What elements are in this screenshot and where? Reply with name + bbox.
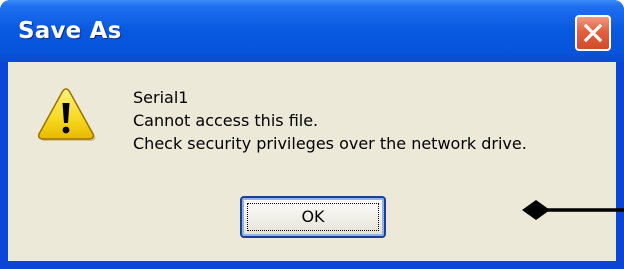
arrow-pointer-icon xyxy=(522,200,624,220)
window-title: Save As xyxy=(18,18,122,44)
title-bar[interactable]: Save As xyxy=(0,0,624,62)
message-line-filename: Serial1 xyxy=(133,88,189,107)
close-button[interactable] xyxy=(575,15,611,51)
dialog-body: Serial1 Cannot access this file. Check s… xyxy=(8,62,616,261)
message-line-error: Cannot access this file. xyxy=(133,111,319,130)
ok-button-label: OK xyxy=(301,207,325,226)
close-icon xyxy=(583,23,603,43)
warning-icon xyxy=(37,88,96,141)
message-line-hint: Check security privileges over the netwo… xyxy=(133,134,527,153)
message-text: Serial1 Cannot access this file. Check s… xyxy=(133,86,527,155)
ok-button[interactable]: OK xyxy=(240,196,386,238)
save-as-dialog: Save As Serial1 Cannot access this file.… xyxy=(0,0,624,269)
